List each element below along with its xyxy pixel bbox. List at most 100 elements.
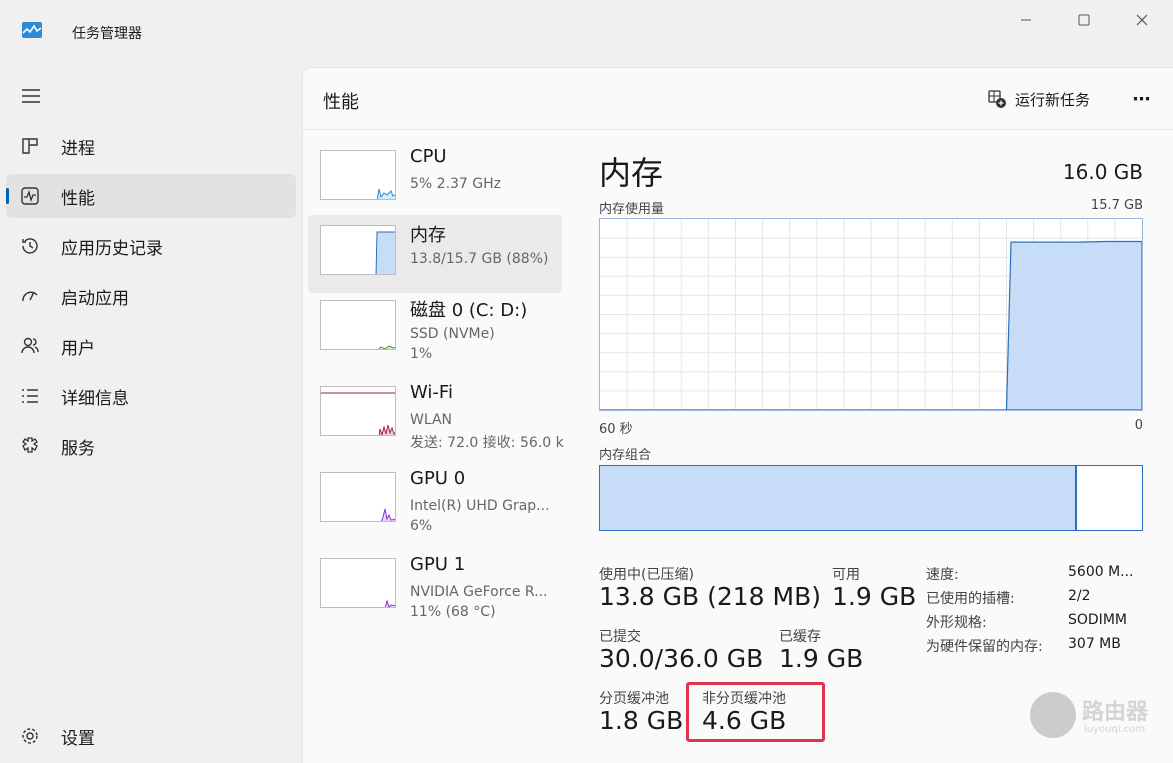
device-list: CPU 5% 2.37 GHz 内存 13.8/15.7 GB (88%) 磁盘… bbox=[303, 130, 568, 763]
device-detail: Intel(R) UHD Grap... bbox=[410, 498, 550, 514]
axis-left-label: 60 秒 bbox=[599, 422, 633, 437]
watermark-url: luyouqi.com bbox=[1084, 724, 1146, 735]
sidebar-item-label: 服务 bbox=[61, 438, 95, 459]
composition-label: 内存组合 bbox=[599, 448, 652, 463]
spec-form-value: SODIMM bbox=[1068, 612, 1127, 628]
sidebar-item-performance[interactable]: 性能 bbox=[6, 174, 296, 218]
window-title: 任务管理器 bbox=[72, 26, 142, 42]
sidebar-item-app-history[interactable]: 应用历史记录 bbox=[6, 224, 296, 268]
device-detail: 1% bbox=[410, 346, 433, 362]
device-detail: 6% bbox=[410, 518, 433, 534]
device-detail: 5% 2.37 GHz bbox=[410, 176, 502, 192]
in-use-label: 使用中(已压缩) bbox=[599, 567, 694, 583]
spec-speed-value: 5600 M... bbox=[1068, 564, 1134, 580]
memory-usage-chart bbox=[599, 218, 1143, 411]
minimize-button[interactable] bbox=[996, 0, 1056, 40]
sidebar-item-settings[interactable]: 设置 bbox=[6, 716, 296, 756]
sidebar-item-label: 用户 bbox=[61, 338, 95, 359]
run-task-icon bbox=[988, 90, 1006, 108]
sidebar-item-label: 启动应用 bbox=[61, 288, 129, 309]
spec-reserved-value: 307 MB bbox=[1068, 636, 1121, 652]
device-cpu[interactable]: CPU 5% 2.37 GHz bbox=[308, 140, 562, 218]
spec-reserved-label: 为硬件保留的内存: bbox=[926, 639, 1043, 655]
device-name: 磁盘 0 (C: D:) bbox=[410, 300, 528, 321]
sidebar-item-label: 性能 bbox=[61, 188, 95, 209]
usage-label: 内存使用量 bbox=[599, 202, 665, 217]
paged-pool-value: 1.8 GB bbox=[599, 706, 684, 735]
close-icon bbox=[1136, 14, 1148, 26]
main-panel: 性能 运行新任务 ⋯ CPU 5% 2.37 GHz 内存 13.8/15.7 … bbox=[302, 67, 1173, 763]
gpu0-thumbnail bbox=[320, 472, 396, 522]
sidebar-item-label: 详细信息 bbox=[61, 388, 129, 409]
run-new-task-button[interactable]: 运行新任务 bbox=[987, 86, 1090, 112]
device-detail: 发送: 72.0 接收: 56.0 k bbox=[410, 435, 564, 451]
paged-pool-label: 分页缓冲池 bbox=[599, 691, 669, 707]
device-name: CPU bbox=[410, 146, 447, 167]
spec-slots-value: 2/2 bbox=[1068, 588, 1091, 604]
committed-label: 已提交 bbox=[599, 629, 641, 645]
maximize-button[interactable] bbox=[1054, 0, 1114, 40]
users-icon bbox=[21, 337, 39, 354]
watermark-logo-icon bbox=[1030, 692, 1076, 738]
sidebar-item-processes[interactable]: 进程 bbox=[6, 124, 296, 168]
device-name: 内存 bbox=[410, 225, 446, 246]
device-name: GPU 0 bbox=[410, 468, 466, 489]
cached-value: 1.9 GB bbox=[779, 644, 864, 673]
minimize-icon bbox=[1021, 19, 1031, 21]
sidebar-item-startup[interactable]: 启动应用 bbox=[6, 274, 296, 318]
details-icon bbox=[22, 389, 38, 403]
usage-max: 15.7 GB bbox=[1090, 198, 1143, 213]
memory-composition-bar bbox=[599, 465, 1143, 531]
services-icon bbox=[22, 437, 38, 453]
close-button[interactable] bbox=[1112, 0, 1172, 40]
watermark-text: 路由器 bbox=[1082, 700, 1149, 725]
processes-icon bbox=[22, 138, 38, 154]
device-gpu1[interactable]: GPU 1 NVIDIA GeForce R... 11% (68 °C) bbox=[308, 548, 562, 626]
composition-used-fill bbox=[600, 466, 1077, 530]
device-memory[interactable]: 内存 13.8/15.7 GB (88%) bbox=[308, 215, 562, 293]
committed-value: 30.0/36.0 GB bbox=[599, 644, 764, 673]
device-detail: SSD (NVMe) bbox=[410, 326, 495, 342]
gpu1-thumbnail bbox=[320, 558, 396, 608]
spec-slots-label: 已使用的插槽: bbox=[926, 591, 1015, 607]
maximize-icon bbox=[1078, 14, 1090, 26]
main-header: 性能 运行新任务 ⋯ bbox=[303, 68, 1173, 130]
spec-form-label: 外形规格: bbox=[926, 615, 987, 631]
device-detail: WLAN bbox=[410, 412, 453, 428]
history-icon bbox=[22, 238, 38, 254]
run-task-label: 运行新任务 bbox=[1015, 90, 1091, 109]
available-label: 可用 bbox=[832, 567, 860, 583]
more-options-button[interactable]: ⋯ bbox=[1127, 86, 1157, 112]
device-name: GPU 1 bbox=[410, 554, 466, 575]
spec-speed-label: 速度: bbox=[926, 567, 959, 583]
sidebar-item-services[interactable]: 服务 bbox=[6, 424, 296, 468]
axis-right-label: 0 bbox=[1134, 418, 1143, 433]
wifi-thumbnail bbox=[320, 386, 396, 436]
startup-icon bbox=[22, 291, 38, 302]
sidebar-item-label: 进程 bbox=[61, 138, 95, 159]
performance-icon bbox=[21, 187, 39, 205]
task-manager-icon bbox=[22, 22, 42, 38]
gear-icon bbox=[22, 728, 38, 744]
device-name: Wi-Fi bbox=[410, 382, 453, 403]
device-disk[interactable]: 磁盘 0 (C: D:) SSD (NVMe) 1% bbox=[308, 290, 562, 368]
device-detail: 11% (68 °C) bbox=[410, 604, 496, 620]
device-detail: NVIDIA GeForce R... bbox=[410, 584, 548, 600]
memory-title: 内存 bbox=[599, 154, 664, 192]
device-gpu0[interactable]: GPU 0 Intel(R) UHD Grap... 6% bbox=[308, 462, 562, 540]
highlight-box bbox=[686, 682, 825, 742]
cached-label: 已缓存 bbox=[779, 629, 821, 645]
device-wifi[interactable]: Wi-Fi WLAN 发送: 72.0 接收: 56.0 k bbox=[308, 376, 564, 454]
hamburger-icon[interactable] bbox=[20, 86, 42, 106]
memory-thumbnail bbox=[320, 225, 396, 275]
memory-usage-plot bbox=[600, 219, 1143, 411]
memory-detail: 内存 16.0 GB 内存使用量 15.7 GB 60 秒 0 内存组合 使用中… bbox=[599, 130, 1159, 763]
sidebar-item-users[interactable]: 用户 bbox=[6, 324, 296, 368]
sidebar-item-label: 应用历史记录 bbox=[61, 238, 163, 259]
memory-total: 16.0 GB bbox=[1062, 160, 1143, 184]
device-detail: 13.8/15.7 GB (88%) bbox=[410, 251, 549, 267]
sidebar-item-details[interactable]: 详细信息 bbox=[6, 374, 296, 418]
title-bar: 任务管理器 bbox=[0, 0, 1173, 64]
sidebar: 进程 性能 应用历史记录 启动应用 用户 详细信息 服务 设置 bbox=[0, 64, 300, 763]
in-use-value: 13.8 GB (218 MB) bbox=[599, 582, 821, 611]
